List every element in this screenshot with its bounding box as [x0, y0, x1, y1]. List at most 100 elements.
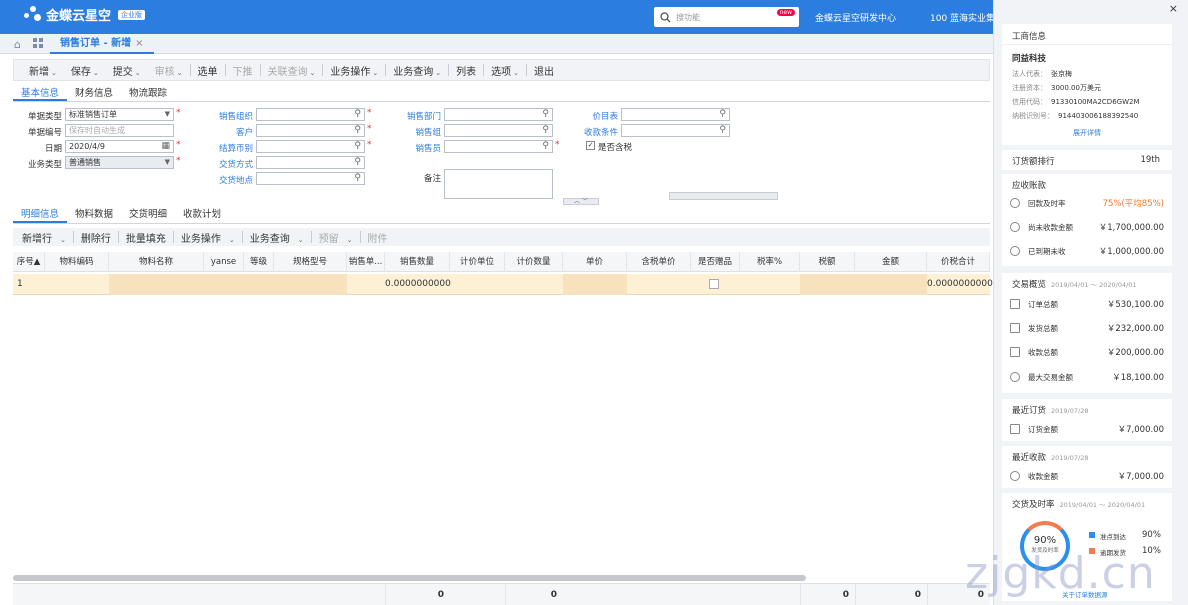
- company-selector[interactable]: 100 蓝海实业集: [930, 11, 995, 24]
- sales-dept-field[interactable]: ⚲: [444, 108, 553, 121]
- sales-group-label[interactable]: 销售组: [381, 126, 441, 138]
- list-button[interactable]: 列表: [449, 63, 483, 78]
- business-query-button[interactable]: 业务查询 ⌄: [386, 63, 448, 78]
- search-icon[interactable]: ⚲: [354, 109, 361, 120]
- column-header[interactable]: 含税单价: [627, 252, 691, 272]
- tab-material-data[interactable]: 物料数据: [67, 208, 121, 223]
- app-logo[interactable]: 金蝶云星空 企业版: [24, 5, 146, 24]
- expand-details-link[interactable]: 展开详情: [1002, 128, 1172, 138]
- submit-button[interactable]: 提交 ⌄: [106, 63, 148, 78]
- reserve-button[interactable]: 预留 ⌄: [312, 230, 360, 245]
- trade-method-field[interactable]: ⚲: [256, 156, 365, 169]
- payment-terms-label[interactable]: 收款条件: [558, 126, 618, 138]
- tab-basic-info[interactable]: 基本信息: [13, 87, 68, 101]
- customer-field[interactable]: ⚲: [256, 124, 365, 137]
- column-header[interactable]: 销售单...: [347, 252, 385, 272]
- qty-cell[interactable]: 0.0000000000: [385, 274, 451, 295]
- tab-delivery-detail[interactable]: 交货明细: [121, 208, 175, 223]
- salesman-field[interactable]: ⚲: [444, 140, 553, 153]
- column-header[interactable]: 金额: [855, 252, 927, 272]
- collapse-toggle[interactable]: ︿ ﹀: [563, 198, 599, 205]
- save-button[interactable]: 保存 ⌄: [64, 63, 106, 78]
- push-down-button[interactable]: 下推: [226, 63, 260, 78]
- search-icon[interactable]: ⚲: [354, 125, 361, 136]
- column-header[interactable]: 税率%: [740, 252, 800, 272]
- exit-button[interactable]: 退出: [527, 63, 561, 78]
- sales-org-field[interactable]: ⚲: [256, 108, 365, 121]
- hidden-field[interactable]: [669, 192, 778, 200]
- tab-logistics[interactable]: 物流跟踪: [121, 87, 175, 101]
- doc-type-select[interactable]: 标准销售订单 ▼: [65, 108, 174, 121]
- trade-place-label[interactable]: 交货地点: [193, 174, 253, 186]
- search-icon[interactable]: ⚲: [542, 125, 549, 136]
- calendar-icon[interactable]: ▦: [161, 141, 170, 152]
- material-name-cell[interactable]: [109, 274, 347, 295]
- date-field[interactable]: 2020/4/9 ▦: [65, 140, 174, 153]
- search-icon[interactable]: ⚲: [719, 125, 726, 136]
- amount-cell[interactable]: [800, 274, 927, 295]
- tab-sales-order[interactable]: 销售订单 - 新增 ×: [50, 36, 154, 54]
- column-header[interactable]: 是否赠品: [691, 252, 740, 272]
- search-icon[interactable]: ⚲: [719, 109, 726, 120]
- close-icon[interactable]: ×: [1169, 2, 1178, 15]
- audit-button[interactable]: 审核 ⌄: [148, 63, 190, 78]
- table-row[interactable]: 1 0.0000000000 0.0000000000: [13, 274, 993, 295]
- column-header[interactable]: 销售数量: [385, 252, 450, 272]
- doc-no-field[interactable]: 保存时自动生成: [65, 124, 174, 137]
- trade-place-field[interactable]: ⚲: [256, 172, 365, 185]
- search-icon[interactable]: ⚲: [354, 157, 361, 168]
- search-icon[interactable]: ⚲: [354, 141, 361, 152]
- column-header[interactable]: 单价: [563, 252, 627, 272]
- delete-row-button[interactable]: 删除行: [74, 230, 118, 245]
- biz-type-select[interactable]: 普通销售 ▼: [65, 156, 174, 169]
- payment-terms-field[interactable]: ⚲: [621, 124, 730, 137]
- currency-field[interactable]: ⚲: [256, 140, 365, 153]
- currency-label[interactable]: 结算币别: [193, 142, 253, 154]
- price-list-field[interactable]: ⚲: [621, 108, 730, 121]
- column-header[interactable]: 序号▲: [13, 252, 45, 272]
- price-list-label[interactable]: 价目表: [558, 110, 618, 122]
- detail-business-query-button[interactable]: 业务查询 ⌄: [243, 230, 311, 245]
- sales-org-label[interactable]: 销售组织: [193, 110, 253, 122]
- column-header[interactable]: 等级: [244, 252, 274, 272]
- sales-dept-label[interactable]: 销售部门: [381, 110, 441, 122]
- org-selector[interactable]: 金蝶云星空研发中心: [815, 11, 896, 24]
- salesman-label[interactable]: 销售员: [381, 142, 441, 154]
- column-header[interactable]: 物料名称: [109, 252, 204, 272]
- tab-receipt-plan[interactable]: 收款计划: [175, 208, 229, 223]
- column-header[interactable]: 规格型号: [274, 252, 347, 272]
- gift-checkbox[interactable]: [709, 279, 719, 289]
- column-header[interactable]: 税额: [800, 252, 855, 272]
- related-query-button[interactable]: 关联查询 ⌄: [261, 63, 323, 78]
- tab-detail-info[interactable]: 明细信息: [13, 208, 68, 223]
- search-icon[interactable]: ⚲: [354, 173, 361, 184]
- column-header[interactable]: yanse: [204, 252, 244, 272]
- trade-method-label[interactable]: 交货方式: [193, 158, 253, 170]
- column-header[interactable]: 计价单位: [450, 252, 505, 272]
- sales-group-field[interactable]: ⚲: [444, 124, 553, 137]
- search-icon[interactable]: ⚲: [542, 109, 549, 120]
- column-header[interactable]: 物料编码: [45, 252, 109, 272]
- price-cell[interactable]: [563, 274, 627, 295]
- batch-fill-button[interactable]: 批量填充: [119, 230, 173, 245]
- tax-included-checkbox[interactable]: ✓: [586, 141, 595, 150]
- business-operation-button[interactable]: 业务操作 ⌄: [323, 63, 385, 78]
- total-cell[interactable]: 0.0000000000: [927, 274, 993, 295]
- function-search-input[interactable]: 搜功能 new: [654, 7, 799, 27]
- attachment-button[interactable]: 附件: [361, 230, 395, 245]
- horizontal-scrollbar[interactable]: [13, 575, 806, 581]
- new-button[interactable]: 新增 ⌄: [22, 63, 64, 78]
- close-icon[interactable]: ×: [135, 38, 143, 49]
- column-header[interactable]: 价税合计: [927, 252, 990, 272]
- customer-label[interactable]: 客户: [193, 126, 253, 138]
- detail-business-operation-button[interactable]: 业务操作 ⌄: [174, 230, 242, 245]
- remark-textarea[interactable]: [444, 169, 553, 199]
- select-bill-button[interactable]: 选单: [191, 63, 225, 78]
- app-grid-icon[interactable]: [33, 38, 43, 48]
- search-icon[interactable]: ⚲: [542, 141, 549, 152]
- home-icon[interactable]: ⌂: [14, 38, 21, 51]
- options-button[interactable]: 选项 ⌄: [484, 63, 526, 78]
- column-header[interactable]: 计价数量: [505, 252, 563, 272]
- add-row-button[interactable]: 新增行 ⌄: [15, 230, 73, 245]
- tab-finance-info[interactable]: 财务信息: [67, 87, 121, 101]
